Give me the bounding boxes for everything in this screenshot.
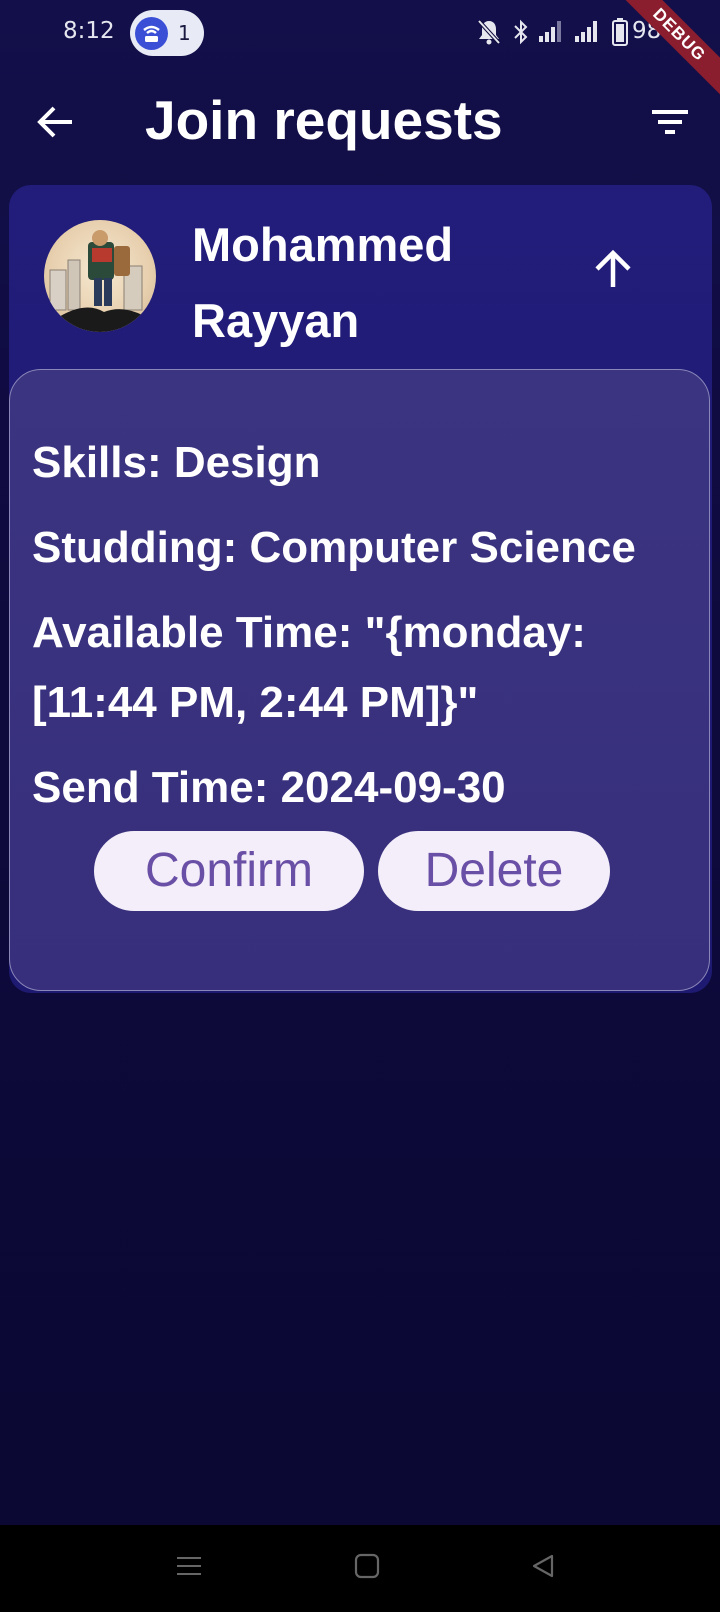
avatar xyxy=(44,220,156,332)
back-triangle-icon[interactable] xyxy=(530,1553,556,1579)
bluetooth-icon xyxy=(512,18,530,51)
screen: 8:12 1 DEBUG Join requests Mohammed Rayy… xyxy=(0,0,720,1525)
page-title: Join requests xyxy=(145,89,503,151)
member-name: Mohammed Rayyan xyxy=(192,218,454,347)
status-time: 8:12 xyxy=(63,18,115,44)
arrow-up-icon xyxy=(595,249,631,287)
recents-menu-icon[interactable] xyxy=(176,1553,202,1579)
delete-button[interactable]: Delete xyxy=(378,831,610,911)
send-time-text: Send Time: 2024-09-30 xyxy=(32,763,506,812)
confirm-button[interactable]: Confirm xyxy=(94,831,364,911)
filter-icon xyxy=(652,110,688,134)
request-details-panel: Skills: Design Studding: Computer Scienc… xyxy=(9,369,710,991)
arrow-left-icon xyxy=(37,106,72,138)
available-time-text-cont: [11:44 PM, 2:44 PM]}" xyxy=(32,678,479,727)
mute-bell-icon xyxy=(476,18,502,51)
home-icon[interactable] xyxy=(354,1553,380,1579)
hotspot-icon xyxy=(135,17,168,50)
hotspot-indicator[interactable]: 1 xyxy=(130,10,204,56)
skills-text: Skills: Design xyxy=(32,438,321,487)
signal-icon-1 xyxy=(538,18,564,49)
system-nav-bar xyxy=(0,1525,720,1612)
back-button[interactable] xyxy=(34,100,78,144)
battery-icon xyxy=(612,18,628,51)
filter-button[interactable] xyxy=(650,104,690,140)
hotspot-count: 1 xyxy=(178,21,191,45)
collapse-button[interactable] xyxy=(589,245,637,293)
app-bar: Join requests xyxy=(0,70,720,174)
status-bar: 8:12 1 xyxy=(0,0,720,66)
available-time-text: Available Time: "{monday: xyxy=(32,608,586,657)
studying-text: Studding: Computer Science xyxy=(32,523,636,572)
join-request-card: Mohammed Rayyan Skills: Design Studding:… xyxy=(9,185,712,993)
signal-icon-2 xyxy=(574,18,600,49)
